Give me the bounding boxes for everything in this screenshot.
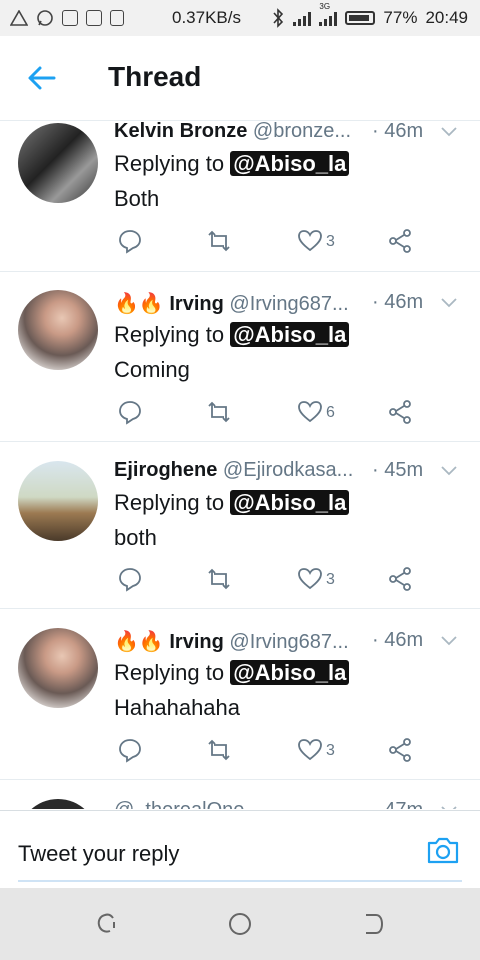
chevron-down-icon[interactable]	[441, 806, 457, 809]
whatsapp-icon	[37, 10, 53, 26]
tweet-header: Ejiroghene @Ejirodkasa...	[114, 459, 353, 482]
notification-icon	[86, 10, 102, 26]
user-name[interactable]: Ejiroghene	[114, 459, 217, 481]
image-icon	[62, 10, 78, 26]
chevron-down-icon[interactable]	[441, 466, 457, 476]
mention-link[interactable]: @Abiso_la	[230, 490, 350, 515]
reply-icon[interactable]	[117, 228, 143, 254]
home-icon[interactable]	[226, 910, 254, 938]
avatar[interactable]	[18, 123, 98, 203]
user-handle[interactable]: @Ejirodkasa...	[223, 459, 353, 481]
like-count: 3	[326, 571, 335, 588]
bluetooth-icon	[273, 8, 284, 28]
chevron-down-icon[interactable]	[441, 127, 457, 137]
tweet-header: @_therealOne	[114, 799, 244, 809]
list-item[interactable]: Ejiroghene @Ejirodkasa... · 45m Replying…	[0, 442, 480, 609]
avatar[interactable]	[18, 290, 98, 370]
arrow-left-icon[interactable]	[26, 62, 58, 94]
share-icon[interactable]	[387, 399, 413, 425]
thread-list[interactable]: Kelvin Bronze @bronze... · 46m Replying …	[0, 121, 480, 809]
mention-link[interactable]: @Abiso_la	[230, 322, 350, 347]
battery-icon	[345, 11, 376, 25]
status-bar: 0.37KB/s 3G 77% 20:49	[0, 0, 480, 36]
signal-3g-icon: 3G	[319, 2, 338, 26]
like-count: 6	[326, 404, 335, 421]
user-handle[interactable]: @bronze...	[253, 121, 351, 142]
tweet-text: Both	[114, 186, 160, 211]
share-icon[interactable]	[387, 737, 413, 763]
tweet-text: Hahahahaha	[114, 695, 241, 720]
tweet-header: 🔥🔥 Irving @Irving687...	[114, 291, 349, 316]
user-name[interactable]: 🔥🔥 Irving	[114, 631, 224, 653]
battery-level: 77%	[383, 8, 418, 27]
list-item[interactable]: Kelvin Bronze @bronze... · 46m Replying …	[0, 121, 480, 272]
battery-saver-icon	[110, 10, 124, 26]
chevron-down-icon[interactable]	[441, 636, 457, 646]
user-name[interactable]: Kelvin Bronze	[114, 121, 247, 142]
tweet-header: Kelvin Bronze @bronze...	[114, 121, 351, 143]
replying-prefix: Replying to	[114, 322, 225, 347]
reply-icon[interactable]	[117, 399, 143, 425]
like-count: 3	[326, 742, 335, 759]
replying-prefix: Replying to	[114, 151, 225, 176]
replying-prefix: Replying to	[114, 660, 225, 685]
warning-icon	[10, 10, 28, 26]
reply-icon[interactable]	[117, 737, 143, 763]
back-nav-icon[interactable]	[360, 910, 388, 938]
user-handle[interactable]: @Irving687...	[229, 293, 348, 315]
signal-icon	[293, 10, 312, 26]
heart-icon[interactable]	[297, 737, 323, 763]
mention-link[interactable]: @Abiso_la	[230, 660, 350, 685]
like-count: 3	[326, 233, 335, 250]
avatar[interactable]	[18, 461, 98, 541]
list-item[interactable]: 🔥🔥 Irving @Irving687... · 46m Replying t…	[0, 609, 480, 780]
tweet-header: 🔥🔥 Irving @Irving687...	[114, 629, 349, 654]
replying-to: Replying to @Abiso_la	[114, 490, 350, 516]
retweet-icon[interactable]	[206, 228, 232, 254]
network-type: 3G	[319, 2, 331, 11]
share-icon[interactable]	[387, 566, 413, 592]
reply-icon[interactable]	[117, 566, 143, 592]
timestamp: · 47m	[372, 799, 423, 809]
list-item[interactable]: @_therealOne · 47m	[0, 780, 480, 809]
replying-to: Replying to @Abiso_la	[114, 322, 350, 348]
network-speed: 0.37KB/s	[172, 8, 241, 27]
heart-icon[interactable]	[297, 566, 323, 592]
status-left-icons	[0, 9, 124, 27]
timestamp: · 46m	[372, 121, 424, 142]
clock: 20:49	[425, 8, 468, 27]
timestamp: · 46m	[372, 629, 424, 651]
heart-icon[interactable]	[297, 399, 323, 425]
reply-input[interactable]	[18, 828, 462, 882]
mention-link[interactable]: @Abiso_la	[230, 151, 350, 176]
camera-icon[interactable]	[426, 835, 460, 865]
share-icon[interactable]	[387, 228, 413, 254]
page-title: Thread	[108, 61, 202, 92]
replying-to: Replying to @Abiso_la	[114, 660, 350, 686]
recent-apps-icon[interactable]	[93, 910, 121, 938]
retweet-icon[interactable]	[206, 737, 232, 763]
list-item[interactable]: 🔥🔥 Irving @Irving687... · 46m Replying t…	[0, 271, 480, 442]
retweet-icon[interactable]	[206, 399, 232, 425]
retweet-icon[interactable]	[206, 566, 232, 592]
app-header: Thread	[0, 36, 480, 121]
tweet-text: Coming	[114, 357, 190, 382]
user-name[interactable]: 🔥🔥 Irving	[114, 293, 224, 315]
timestamp: · 45m	[372, 459, 424, 481]
timestamp: · 46m	[372, 291, 424, 313]
reply-composer	[0, 810, 480, 889]
system-navigation-bar	[0, 888, 480, 960]
replying-to: Replying to @Abiso_la	[114, 151, 350, 177]
tweet-text: both	[114, 525, 157, 550]
chevron-down-icon[interactable]	[441, 298, 457, 308]
avatar[interactable]	[18, 628, 98, 708]
replying-prefix: Replying to	[114, 490, 225, 515]
user-handle[interactable]: @Irving687...	[229, 631, 348, 653]
avatar[interactable]	[18, 799, 98, 809]
user-handle[interactable]: @_therealOne	[114, 799, 244, 809]
heart-icon[interactable]	[297, 228, 323, 254]
